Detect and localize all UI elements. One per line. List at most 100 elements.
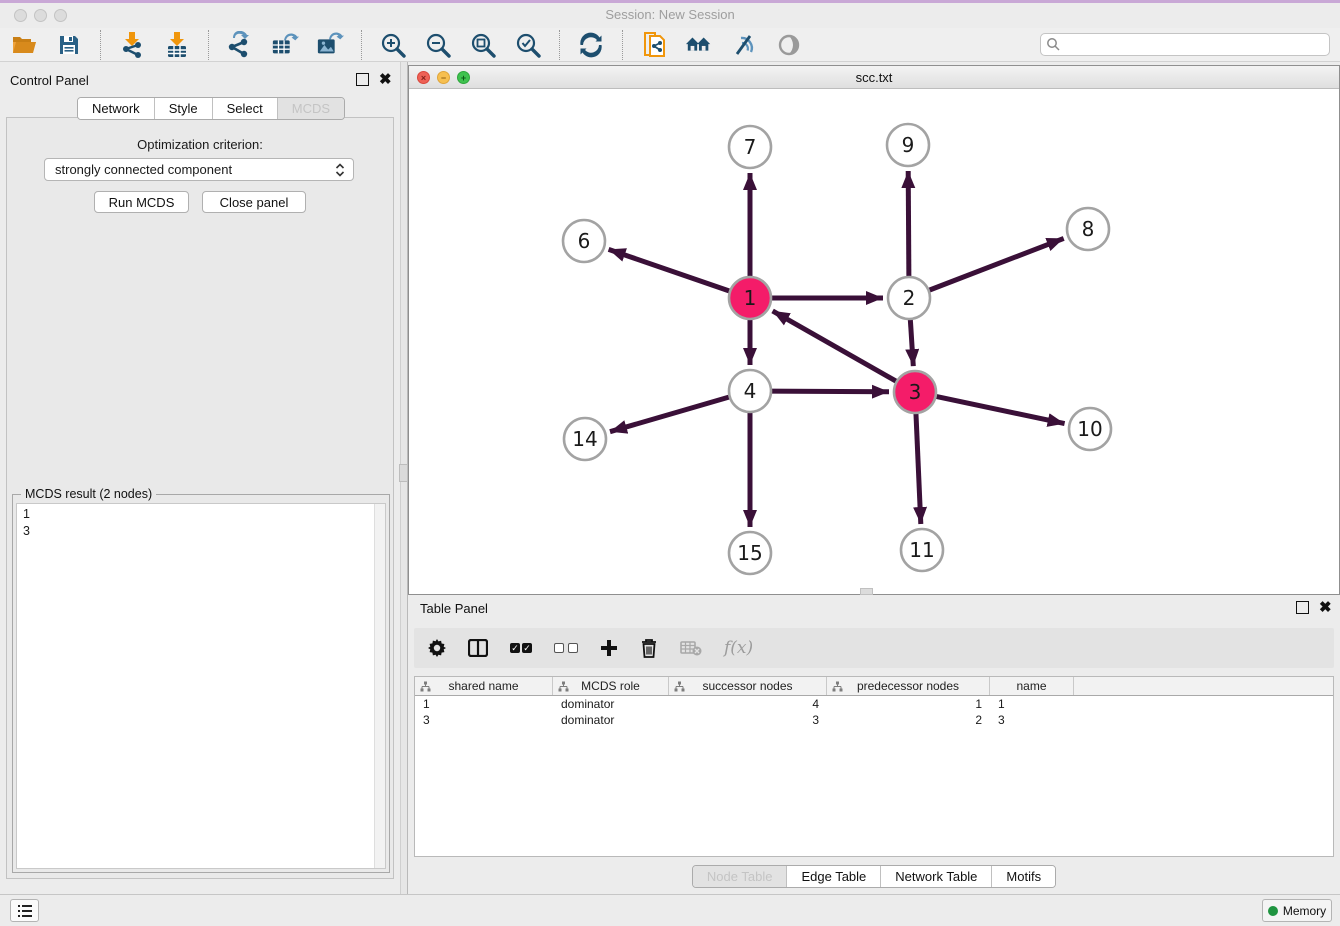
edge-2-3[interactable] bbox=[910, 316, 913, 366]
tab-node-table[interactable]: Node Table bbox=[693, 866, 787, 887]
column-sort-icon[interactable] bbox=[832, 681, 843, 695]
create-column-icon[interactable] bbox=[600, 639, 618, 657]
memory-status-icon bbox=[1268, 906, 1278, 916]
float-table-panel-icon[interactable] bbox=[1296, 601, 1309, 614]
vertical-splitter-handle[interactable] bbox=[399, 464, 408, 482]
show-column-panel-icon[interactable] bbox=[468, 639, 488, 657]
graph-node-10[interactable]: 10 bbox=[1069, 408, 1111, 450]
memory-button[interactable]: Memory bbox=[1262, 899, 1332, 922]
column-header-successor-nodes[interactable]: successor nodes bbox=[669, 677, 827, 695]
tab-mcds[interactable]: MCDS bbox=[277, 98, 344, 119]
result-line: 3 bbox=[23, 523, 385, 540]
table-cell[interactable]: 4 bbox=[669, 697, 827, 711]
import-network-icon[interactable] bbox=[118, 31, 146, 59]
select-all-columns-icon[interactable]: ✓✓ bbox=[510, 643, 532, 653]
graph-node-3[interactable]: 3 bbox=[894, 371, 936, 413]
node-table[interactable]: shared nameMCDS rolesuccessor nodesprede… bbox=[414, 676, 1334, 857]
column-header-shared-name[interactable]: shared name bbox=[415, 677, 553, 695]
result-scrollbar[interactable] bbox=[374, 504, 385, 868]
zoom-out-icon[interactable] bbox=[424, 31, 452, 59]
table-row[interactable]: 3dominator323 bbox=[415, 712, 1333, 728]
close-panel-button[interactable]: Close panel bbox=[202, 191, 306, 213]
new-network-icon[interactable] bbox=[640, 31, 668, 59]
graph-node-8[interactable]: 8 bbox=[1067, 208, 1109, 250]
task-history-button[interactable] bbox=[10, 899, 39, 922]
network-graph-canvas[interactable]: 7 9 6 8 1 2 4 3 14 10 15 11 bbox=[409, 89, 1339, 594]
zoom-in-icon[interactable] bbox=[379, 31, 407, 59]
close-table-panel-icon[interactable]: ✖ bbox=[1319, 601, 1332, 614]
node-label: 3 bbox=[909, 380, 922, 404]
import-table-icon[interactable] bbox=[163, 31, 191, 59]
table-cell[interactable]: 3 bbox=[990, 713, 1074, 727]
export-network-icon[interactable] bbox=[226, 31, 254, 59]
control-panel-controls: ✖ bbox=[356, 73, 392, 86]
edge-2-9[interactable] bbox=[908, 171, 909, 280]
edge-1-6[interactable] bbox=[609, 249, 733, 292]
edge-4-3[interactable] bbox=[768, 391, 889, 392]
graph-node-7[interactable]: 7 bbox=[729, 126, 771, 168]
horizontal-splitter-handle[interactable] bbox=[860, 588, 873, 595]
zoom-selected-icon[interactable] bbox=[514, 31, 542, 59]
search-input[interactable] bbox=[1040, 33, 1330, 56]
float-panel-icon[interactable] bbox=[356, 73, 369, 86]
export-image-icon[interactable] bbox=[316, 31, 344, 59]
edge-3-1[interactable] bbox=[773, 311, 900, 383]
table-options-gear-icon[interactable] bbox=[428, 639, 446, 657]
unselect-all-columns-icon[interactable] bbox=[554, 643, 578, 653]
save-session-icon[interactable] bbox=[55, 31, 83, 59]
mcds-result-list[interactable]: 13 bbox=[16, 503, 386, 869]
column-sort-icon[interactable] bbox=[558, 681, 569, 695]
edge-3-10[interactable] bbox=[933, 396, 1065, 424]
hide-details-icon[interactable] bbox=[730, 31, 758, 59]
graph-node-6[interactable]: 6 bbox=[563, 220, 605, 262]
tab-select[interactable]: Select bbox=[212, 98, 277, 119]
node-label: 14 bbox=[572, 427, 597, 451]
table-cell[interactable]: dominator bbox=[553, 713, 669, 727]
edge-2-8[interactable] bbox=[926, 238, 1064, 291]
node-label: 7 bbox=[744, 135, 757, 159]
table-cell[interactable]: 2 bbox=[827, 713, 990, 727]
column-header-MCDS-role[interactable]: MCDS role bbox=[553, 677, 669, 695]
close-panel-icon[interactable]: ✖ bbox=[379, 73, 392, 86]
mcds-result-legend: MCDS result (2 nodes) bbox=[21, 487, 156, 501]
graph-node-14[interactable]: 14 bbox=[564, 418, 606, 460]
graph-node-15[interactable]: 15 bbox=[729, 532, 771, 574]
graph-node-2[interactable]: 2 bbox=[888, 277, 930, 319]
network-window-titlebar[interactable]: × − + scc.txt bbox=[409, 66, 1339, 89]
graph-node-11[interactable]: 11 bbox=[901, 529, 943, 571]
home-view-icon[interactable] bbox=[685, 31, 713, 59]
graph-node-1[interactable]: 1 bbox=[729, 277, 771, 319]
tab-motifs[interactable]: Motifs bbox=[991, 866, 1055, 887]
delete-columns-icon[interactable] bbox=[640, 638, 658, 658]
table-panel-controls: ✖ bbox=[1296, 601, 1332, 614]
table-header-row[interactable]: shared nameMCDS rolesuccessor nodesprede… bbox=[415, 677, 1333, 696]
refresh-layout-icon[interactable] bbox=[577, 31, 605, 59]
graph-node-4[interactable]: 4 bbox=[729, 370, 771, 412]
search-field-wrap bbox=[1040, 33, 1330, 56]
tab-network-table[interactable]: Network Table bbox=[880, 866, 991, 887]
column-header-name[interactable]: name bbox=[990, 677, 1074, 695]
table-cell[interactable]: 1 bbox=[415, 697, 553, 711]
optimization-criterion-select[interactable]: strongly connected component bbox=[44, 158, 354, 181]
open-session-icon[interactable] bbox=[10, 31, 38, 59]
table-cell[interactable]: 3 bbox=[669, 713, 827, 727]
zoom-fit-icon[interactable] bbox=[469, 31, 497, 59]
graph-node-9[interactable]: 9 bbox=[887, 124, 929, 166]
edge-3-11[interactable] bbox=[916, 410, 921, 524]
table-cell[interactable]: 1 bbox=[990, 697, 1074, 711]
tab-network[interactable]: Network bbox=[78, 98, 154, 119]
column-header-predecessor-nodes[interactable]: predecessor nodes bbox=[827, 677, 990, 695]
birds-eye-icon[interactable] bbox=[775, 31, 803, 59]
export-table-icon[interactable] bbox=[271, 31, 299, 59]
delete-table-icon-disabled bbox=[680, 640, 702, 656]
column-sort-icon[interactable] bbox=[420, 681, 431, 695]
tab-edge-table[interactable]: Edge Table bbox=[786, 866, 880, 887]
column-sort-icon[interactable] bbox=[674, 681, 685, 695]
run-mcds-button[interactable]: Run MCDS bbox=[94, 191, 189, 213]
table-cell[interactable]: 3 bbox=[415, 713, 553, 727]
table-cell[interactable]: dominator bbox=[553, 697, 669, 711]
table-row[interactable]: 1dominator411 bbox=[415, 696, 1333, 712]
table-cell[interactable]: 1 bbox=[827, 697, 990, 711]
tab-style[interactable]: Style bbox=[154, 98, 212, 119]
edge-4-14[interactable] bbox=[610, 396, 733, 432]
